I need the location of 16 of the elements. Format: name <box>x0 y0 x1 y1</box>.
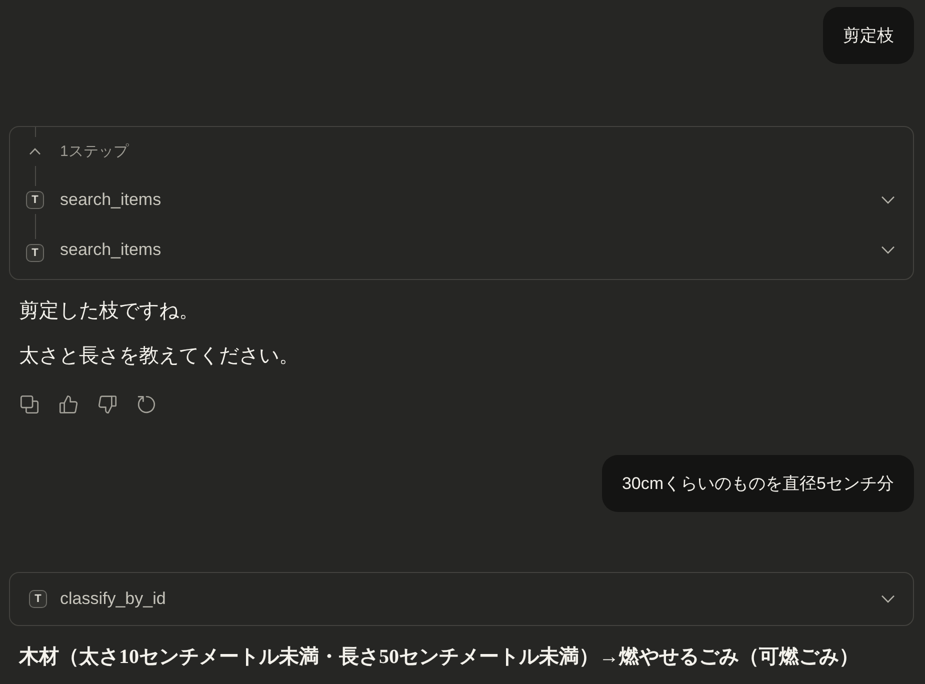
assistant-paragraph: 剪定した枝ですね。 <box>19 299 199 324</box>
tool-icon: T <box>29 590 47 608</box>
user-message: 30cmくらいのものを直径5センチ分 <box>602 455 914 512</box>
tool-icon: T <box>26 244 44 262</box>
tool-step-button[interactable]: search_items <box>60 225 913 275</box>
thumbs-down-icon[interactable] <box>98 395 117 414</box>
user-message: 剪定枝 <box>823 7 914 64</box>
tool-step-button[interactable]: search_items <box>60 175 913 225</box>
thumbs-up-icon[interactable] <box>59 395 78 414</box>
steps-toggle-button[interactable]: 1ステップ <box>60 127 913 175</box>
copy-icon[interactable] <box>20 395 39 414</box>
tool-step-button[interactable]: classify_by_id <box>60 573 913 625</box>
retry-icon[interactable] <box>137 395 156 414</box>
assistant-paragraph: 木材（太さ10センチメートル未満・長さ50センチメートル未満）→燃やせるごみ（可燃ごみ） <box>19 645 859 670</box>
assistant-paragraph: 太さと長さを教えてください。 <box>19 344 299 369</box>
tool-icon: T <box>26 191 44 209</box>
